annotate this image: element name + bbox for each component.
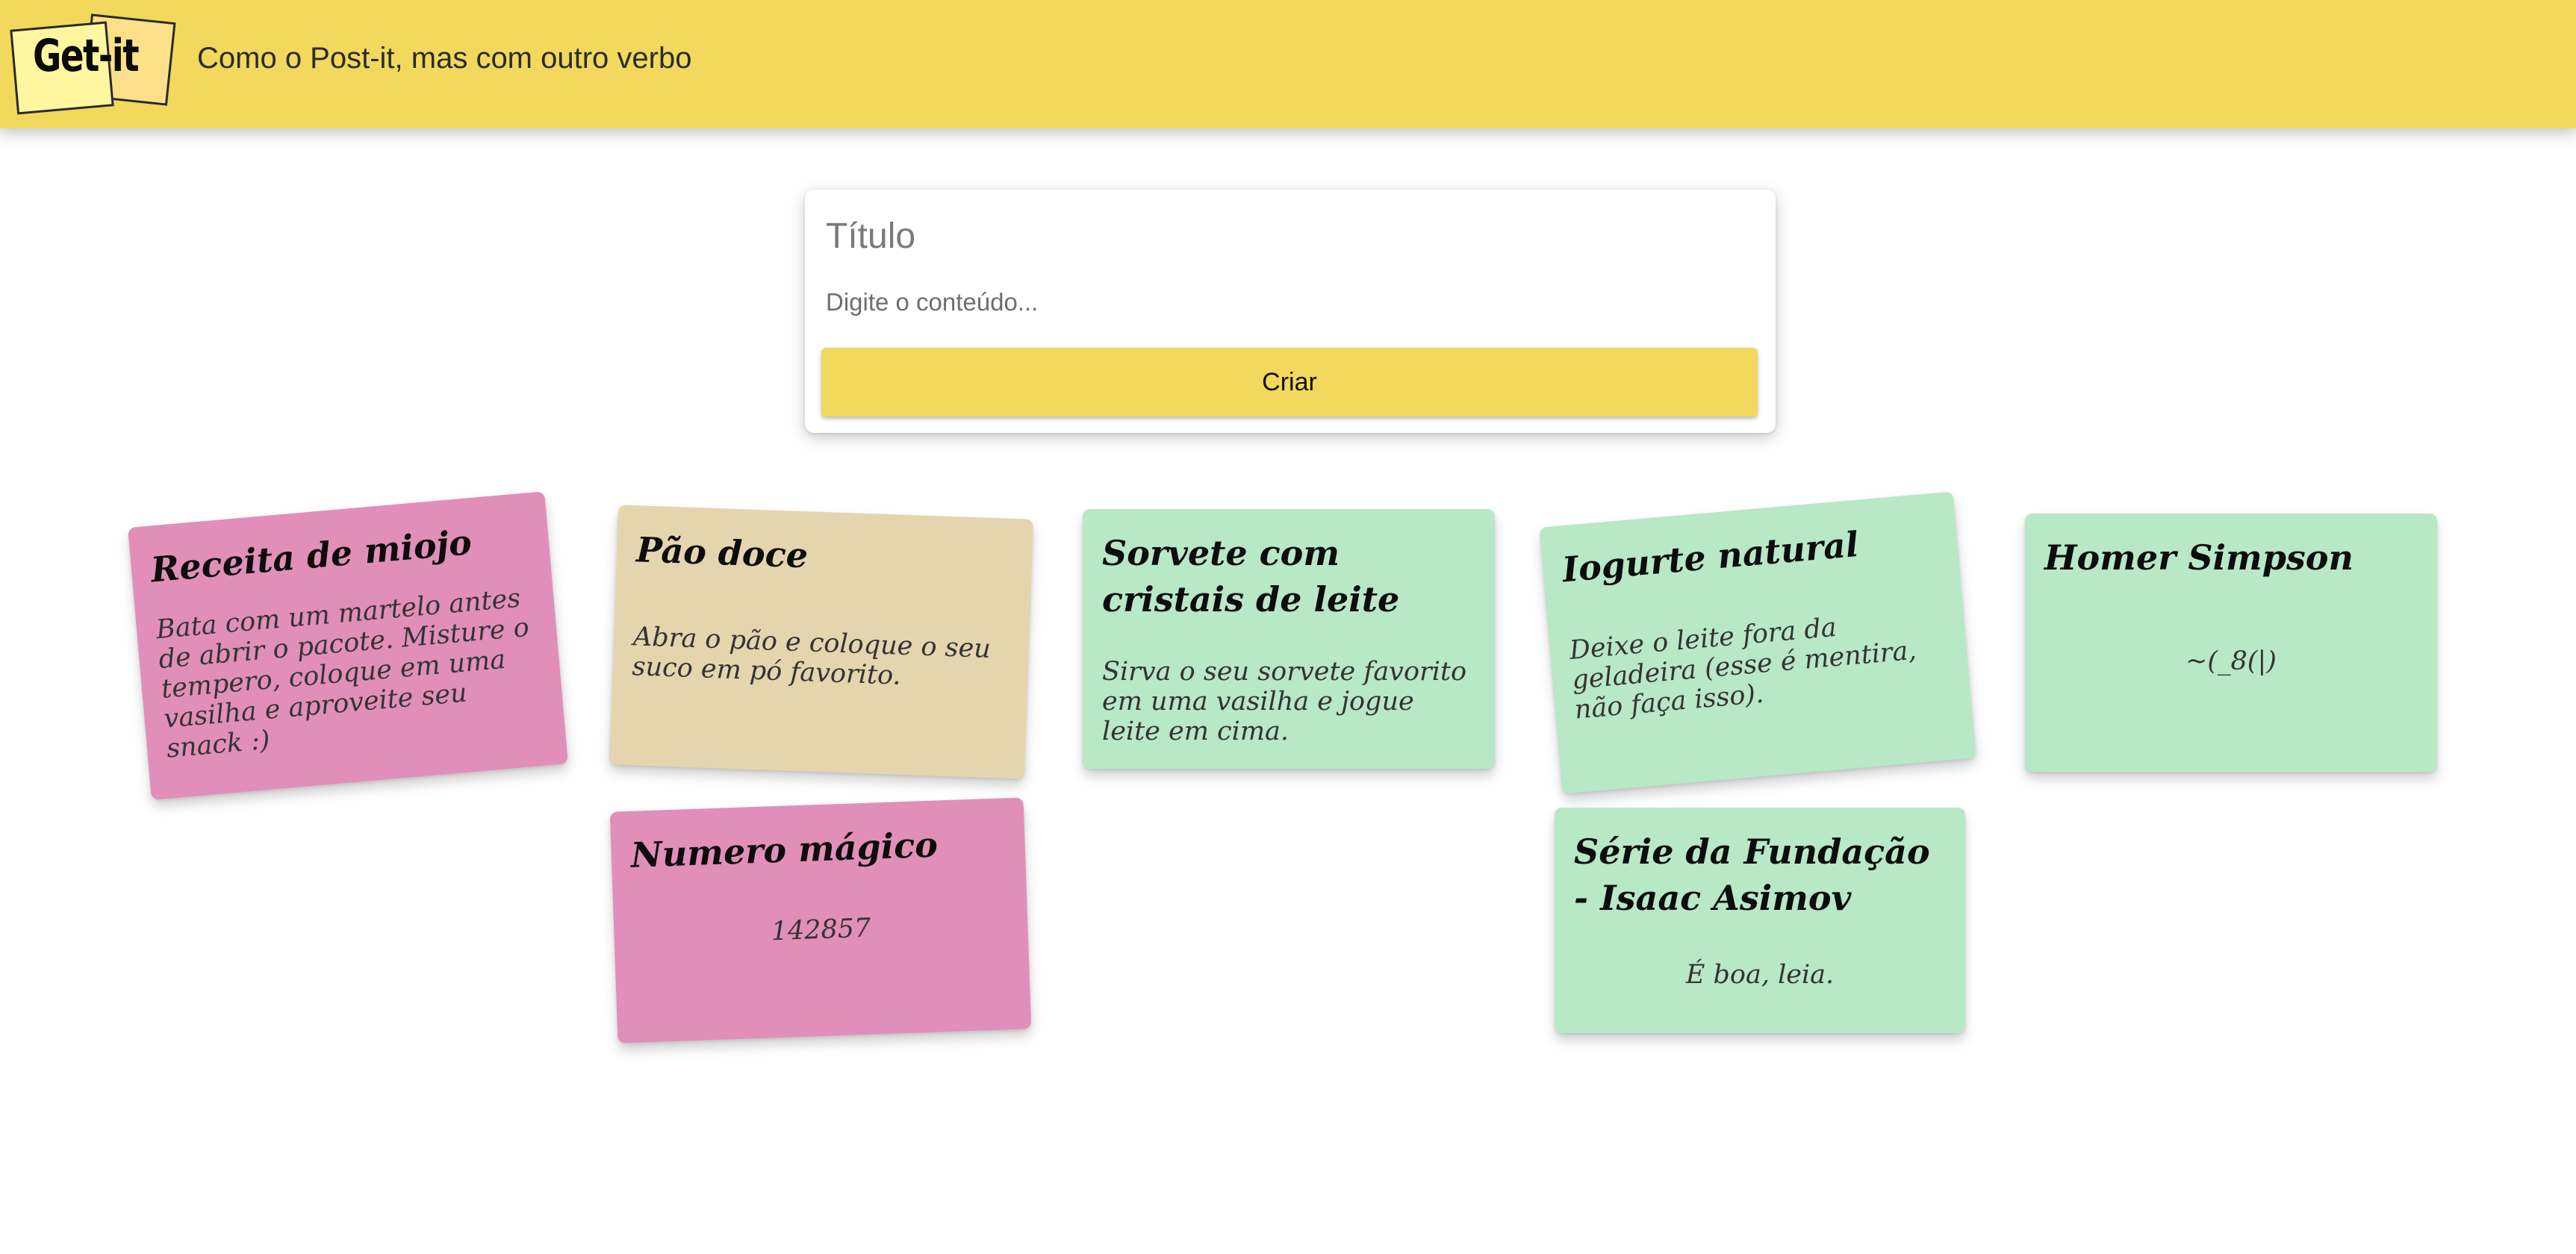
note-title: Receita de miojo — [149, 522, 473, 590]
note-card[interactable]: Homer Simpson ~(_8(|) — [2025, 514, 2437, 772]
note-card[interactable]: Pão doce Abra o pão e coloque o seu suco… — [609, 505, 1033, 779]
note-content: Bata com um martelo antes de abrir o pac… — [155, 583, 531, 764]
note-card[interactable]: Receita de miojo Bata com um martelo ant… — [128, 491, 568, 800]
note-title-input[interactable] — [826, 206, 1752, 266]
note-content: Deixe o leite fora da geladeira (esse é … — [1568, 612, 1918, 726]
note-title: Pão doce — [635, 529, 809, 576]
note-content: 142857 — [770, 913, 871, 947]
note-card[interactable]: Iogurte natural Deixe o leite fora da ge… — [1539, 491, 1976, 794]
note-content: Abra o pão e coloque o seu suco em pó fa… — [631, 622, 992, 691]
create-note-form: Criar — [805, 190, 1776, 433]
note-card[interactable]: Série da Fundação - Isaac Asimov É boa, … — [1555, 808, 1965, 1033]
note-content: É boa, leia. — [1685, 960, 1835, 990]
note-title: Numero mágico — [629, 824, 939, 876]
note-title: Iogurte natural — [1561, 523, 1861, 590]
note-content: ~(_8(|) — [2185, 646, 2277, 676]
note-card[interactable]: Sorvete com cristais de leite Sirva o se… — [1083, 509, 1495, 769]
note-title: Série da Fundação - Isaac Asimov — [1574, 832, 1930, 918]
note-content-input[interactable] — [826, 276, 1752, 328]
logo[interactable]: Get-it — [9, 13, 176, 115]
note-title: Sorvete com cristais de leite — [1102, 533, 1400, 620]
note-title: Homer Simpson — [2044, 537, 2353, 578]
logo-text: Get-it — [33, 30, 140, 82]
create-note-button[interactable]: Criar — [821, 348, 1758, 417]
app-tagline: Como o Post-it, mas com outro verbo — [197, 42, 692, 75]
app-header: Get-it Como o Post-it, mas com outro ver… — [0, 0, 2576, 128]
note-content: Sirva o seu sorvete favorito em uma vasi… — [1102, 657, 1467, 746]
note-card[interactable]: Numero mágico 142857 — [609, 797, 1032, 1044]
